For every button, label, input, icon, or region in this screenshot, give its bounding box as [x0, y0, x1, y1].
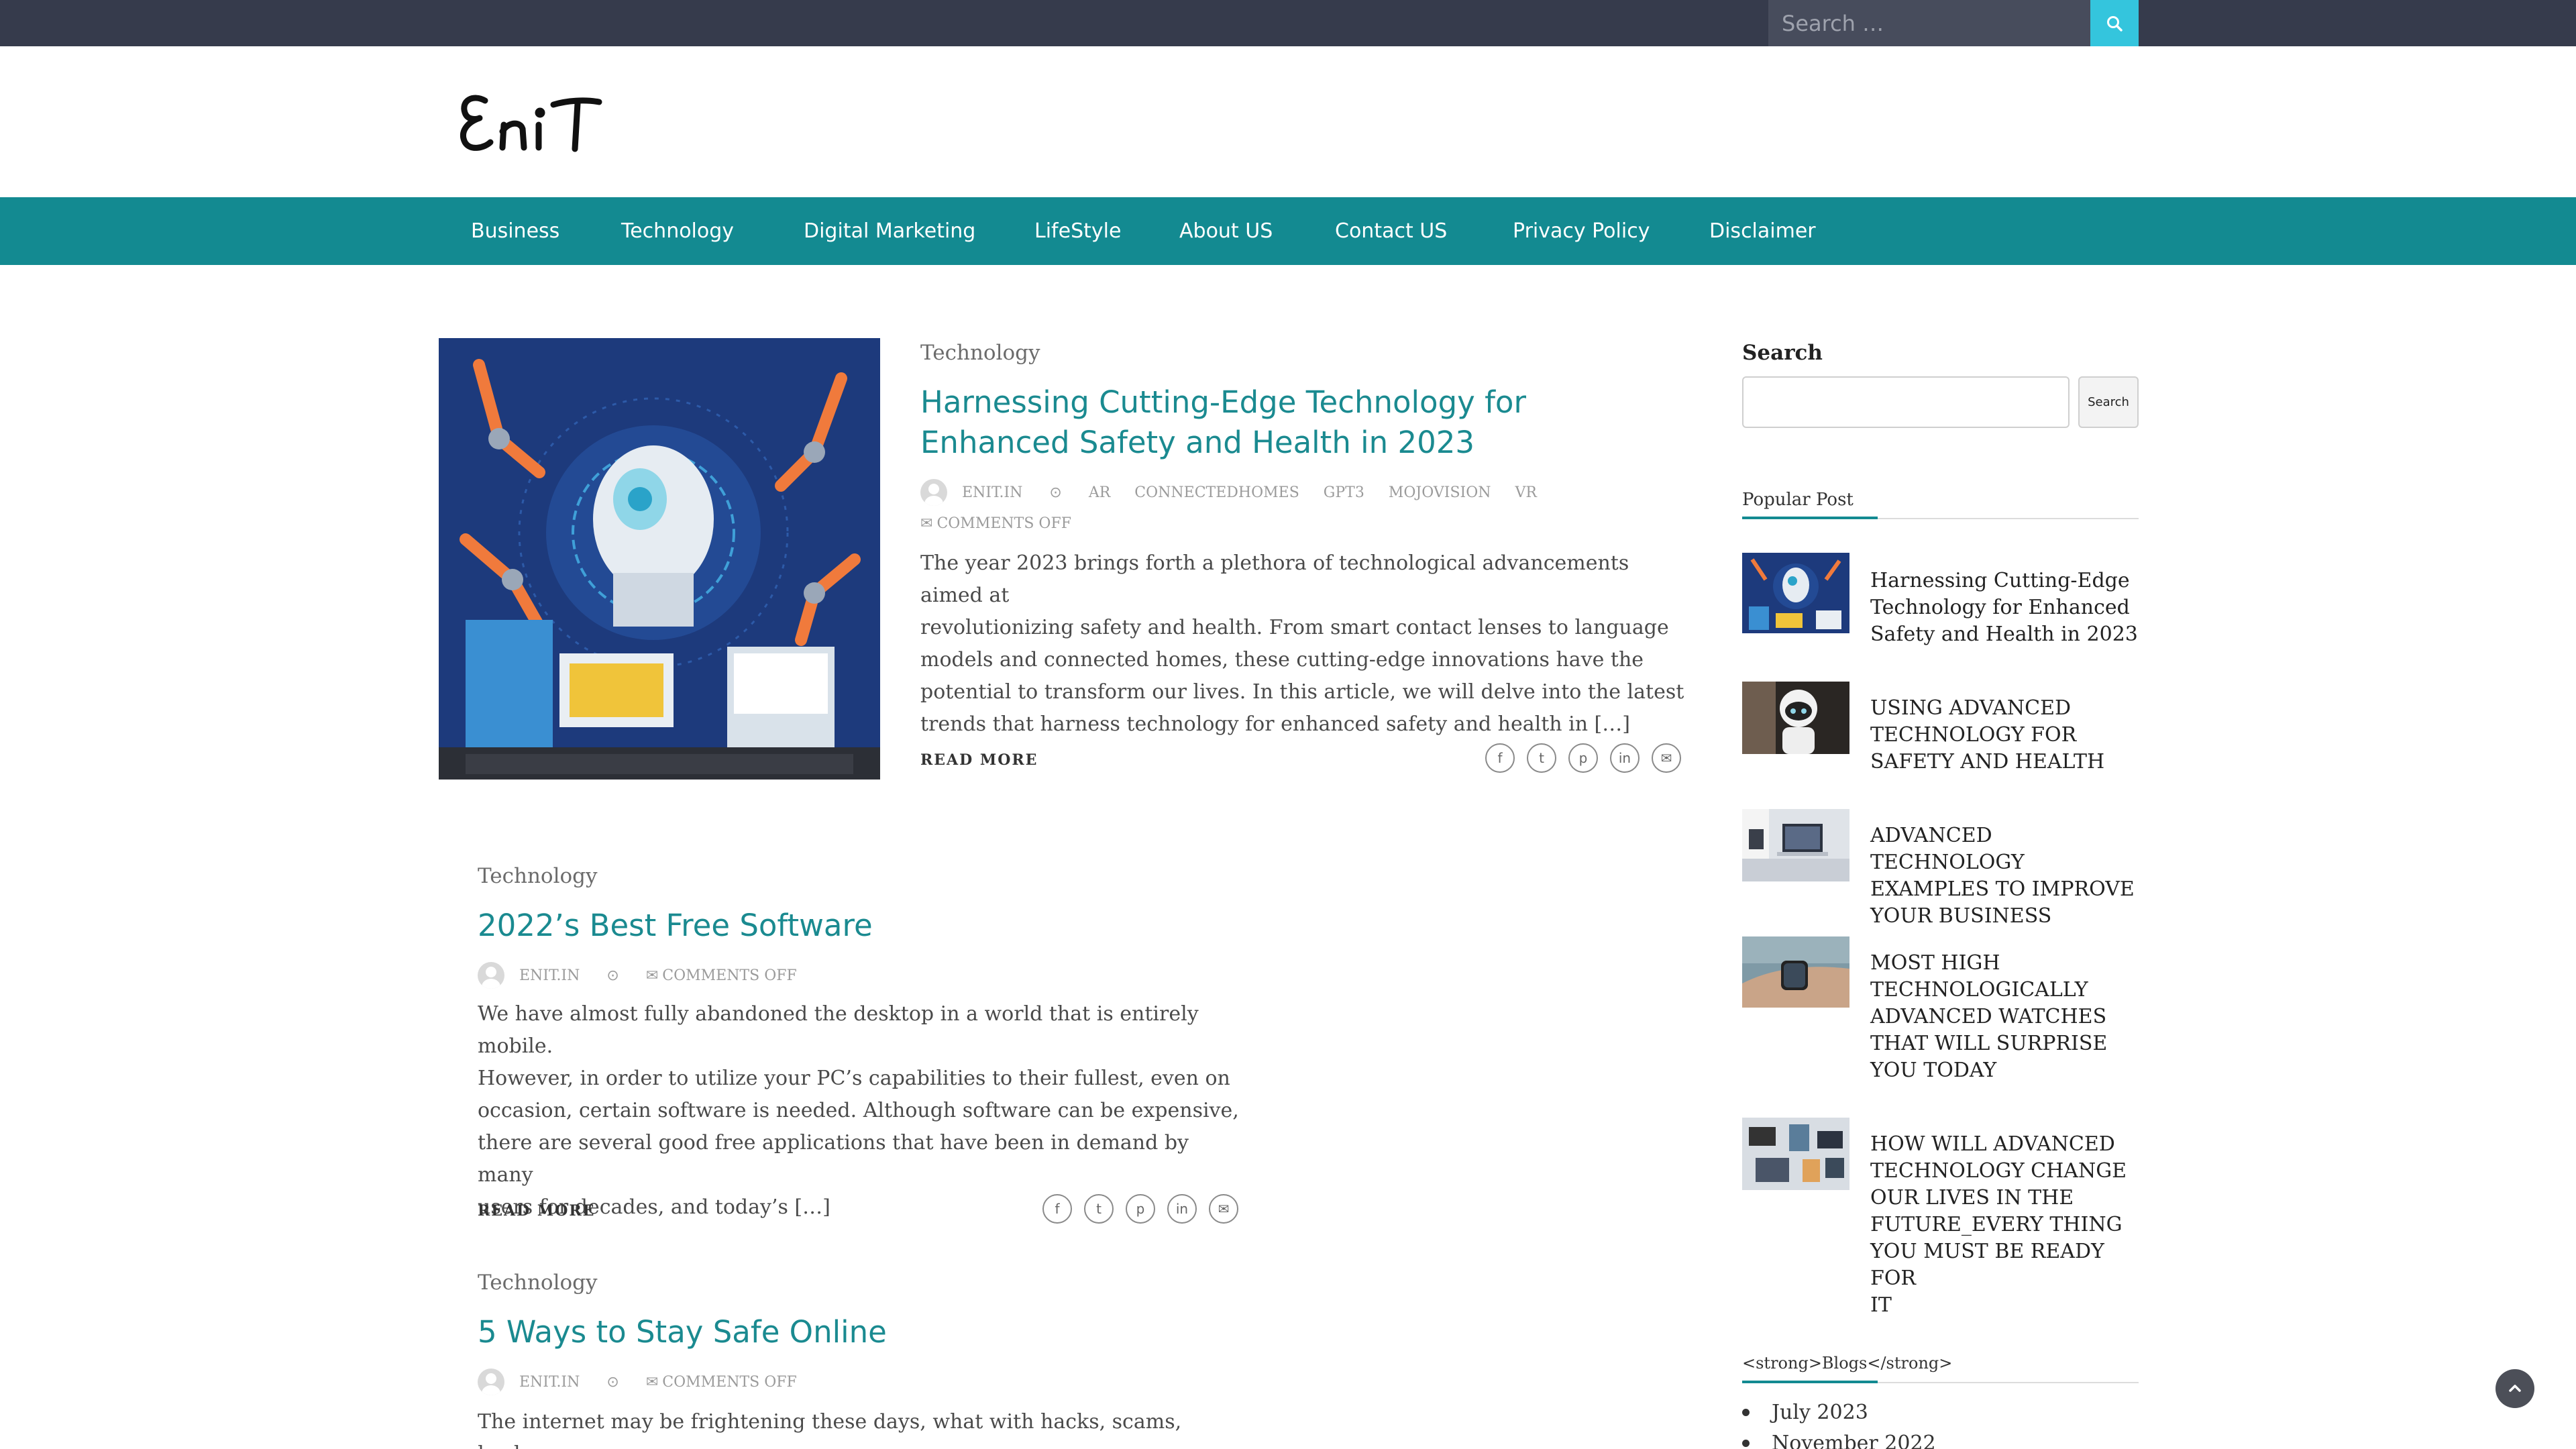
nav-item-technology[interactable]: Technology	[621, 197, 734, 265]
post-author[interactable]: ENIT.IN	[962, 484, 1022, 501]
post-title[interactable]: 5 Ways to Stay Safe Online	[478, 1312, 1249, 1352]
tag-link[interactable]: GPT3	[1324, 484, 1364, 501]
nav-item-contact-us[interactable]: Contact US	[1335, 197, 1447, 265]
divider-accent	[1742, 517, 1878, 519]
pinterest-icon[interactable]: p	[1126, 1194, 1155, 1224]
clock-icon: ⊙	[1049, 484, 1062, 501]
main-nav: Business Technology Digital Marketing Li…	[0, 197, 2576, 265]
popular-post-thumbnail[interactable]	[1742, 936, 1849, 1008]
pinterest-icon[interactable]: p	[1568, 743, 1598, 773]
header-search-button[interactable]	[2090, 0, 2139, 46]
header-search-input[interactable]: Search …	[1768, 0, 2090, 46]
nav-item-about-us[interactable]: About US	[1179, 197, 1273, 265]
archive-item[interactable]: November 2022	[1742, 1432, 1936, 1449]
divider-accent	[1742, 1381, 1878, 1383]
clock-icon: ⊙	[606, 967, 619, 984]
post-author[interactable]: ENIT.IN	[519, 1374, 580, 1391]
nav-item-business[interactable]: Business	[471, 197, 559, 265]
twitter-icon[interactable]: t	[1527, 743, 1556, 773]
popular-post-thumbnail[interactable]	[1742, 809, 1849, 881]
avatar	[478, 962, 504, 989]
sidebar-search-heading: Search	[1742, 341, 1823, 365]
post-category[interactable]: Technology	[920, 341, 1040, 365]
popular-post-link[interactable]: Harnessing Cutting-Edge Technology for E…	[1870, 568, 2142, 648]
post-meta: ENIT.IN ⊙ ✉ COMMENTS OFF	[478, 1368, 797, 1395]
post-excerpt: We have almost fully abandoned the deskt…	[478, 1002, 1239, 1219]
post-meta: ENIT.IN ⊙ AR CONNECTEDHOMES GPT3 MOJOVIS…	[920, 479, 1537, 506]
scroll-to-top-button[interactable]	[2496, 1369, 2534, 1408]
chevron-up-icon	[2509, 1385, 2521, 1392]
post-category[interactable]: Technology	[478, 864, 598, 888]
sidebar-search-button[interactable]: Search	[2078, 376, 2139, 428]
nav-item-digital-marketing[interactable]: Digital Marketing	[804, 197, 975, 265]
popular-post-title: Popular Post	[1742, 490, 1854, 510]
facebook-icon[interactable]: f	[1042, 1194, 1072, 1224]
popular-post-thumbnail[interactable]	[1742, 682, 1849, 754]
archive-item[interactable]: July 2023	[1742, 1401, 1868, 1424]
facebook-icon[interactable]: f	[1485, 743, 1515, 773]
avatar	[478, 1368, 504, 1395]
envelope-icon[interactable]: ✉	[1209, 1194, 1238, 1224]
popular-post-thumbnail[interactable]	[1742, 553, 1849, 633]
comment-icon: ✉	[645, 967, 659, 984]
read-more-link[interactable]: READ MORE	[478, 1202, 595, 1220]
popular-post-link[interactable]: HOW WILL ADVANCED TECHNOLOGY CHANGE OUR …	[1870, 1131, 2142, 1319]
nav-item-disclaimer[interactable]: Disclaimer	[1709, 197, 1816, 265]
envelope-icon[interactable]: ✉	[1652, 743, 1681, 773]
sidebar-search-input[interactable]	[1742, 376, 2070, 428]
post-title[interactable]: Harnessing Cutting-Edge Technology for E…	[920, 382, 1692, 463]
read-more-link[interactable]: READ MORE	[920, 751, 1038, 769]
tag-link[interactable]: MOJOVISION	[1389, 484, 1491, 501]
tag-link[interactable]: CONNECTEDHOMES	[1134, 484, 1299, 501]
search-icon	[2107, 15, 2123, 32]
share-buttons: f t p in ✉	[1042, 1194, 1238, 1224]
popular-post-link[interactable]: ADVANCED TECHNOLOGY EXAMPLES TO IMPROVE …	[1870, 822, 2142, 930]
post-title[interactable]: 2022’s Best Free Software	[478, 906, 1249, 946]
avatar	[920, 479, 947, 506]
nav-item-lifestyle[interactable]: LifeStyle	[1034, 197, 1121, 265]
site-logo[interactable]	[453, 80, 607, 161]
clock-icon: ⊙	[606, 1373, 619, 1391]
popular-post-link[interactable]: MOST HIGH TECHNOLOGICALLY ADVANCED WATCH…	[1870, 950, 2142, 1084]
tag-link[interactable]: VR	[1515, 484, 1537, 501]
popular-post-link[interactable]: USING ADVANCED TECHNOLOGY FOR SAFETY AND…	[1870, 695, 2142, 775]
post-category[interactable]: Technology	[478, 1271, 598, 1295]
post-comments: ✉ COMMENTS OFF	[920, 515, 1071, 532]
twitter-icon[interactable]: t	[1084, 1194, 1114, 1224]
blogs-widget-title: <strong>Blogs</strong>	[1742, 1354, 1953, 1373]
nav-item-privacy-policy[interactable]: Privacy Policy	[1513, 197, 1650, 265]
post-excerpt: The year 2023 brings forth a plethora of…	[920, 551, 1684, 736]
popular-post-thumbnail[interactable]	[1742, 1118, 1849, 1190]
post-excerpt: The internet may be frightening these da…	[478, 1410, 1182, 1449]
linkedin-icon[interactable]: in	[1167, 1194, 1197, 1224]
share-buttons: f t p in ✉	[1485, 743, 1681, 773]
post-thumbnail-robot[interactable]	[439, 338, 880, 780]
linkedin-icon[interactable]: in	[1610, 743, 1640, 773]
comment-icon: ✉	[645, 1373, 659, 1391]
post-meta: ENIT.IN ⊙ ✉ COMMENTS OFF	[478, 962, 797, 989]
top-bar: Search …	[0, 0, 2576, 46]
comment-icon: ✉	[920, 515, 933, 532]
tag-link[interactable]: AR	[1089, 484, 1110, 501]
post-author[interactable]: ENIT.IN	[519, 967, 580, 984]
header-search-placeholder: Search …	[1782, 10, 1884, 36]
